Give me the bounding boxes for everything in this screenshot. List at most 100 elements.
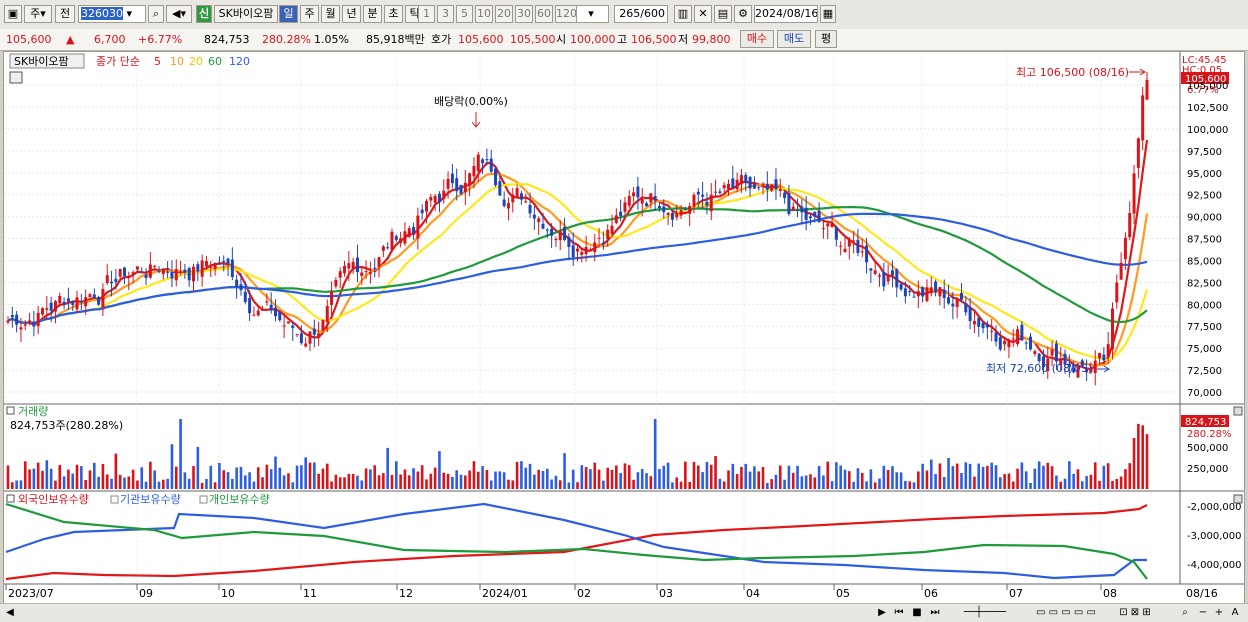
scroll-right-icon[interactable]: ▶ <box>876 606 888 620</box>
eval-button[interactable]: 평 <box>815 30 837 48</box>
minute-tab-1[interactable]: 1 <box>418 5 435 23</box>
volume-bar <box>425 479 428 489</box>
volume-bar <box>865 481 868 489</box>
x-axis-label: 07 <box>1009 587 1023 600</box>
stop-icon[interactable]: ■ <box>910 606 924 620</box>
candle-body <box>752 184 756 189</box>
holding-close-icon[interactable] <box>1233 494 1243 504</box>
period-tab-0[interactable]: 일 <box>279 5 298 23</box>
crosshair-icon[interactable]: ✕ <box>694 5 712 23</box>
volume-bar <box>231 478 234 489</box>
x-axis-label: 2023/07 <box>8 587 54 600</box>
volume-bar <box>67 469 70 489</box>
price-tick-label: 92,500 <box>1187 191 1222 202</box>
volume-panel-icon[interactable] <box>6 406 15 415</box>
zoom-slider[interactable]: ──┼──── <box>950 606 1020 620</box>
first-icon[interactable]: ⏮ <box>892 606 906 620</box>
candle-body <box>446 178 450 189</box>
zoom-out-icon[interactable]: − <box>1196 606 1210 620</box>
minute-input[interactable]: ▾ <box>573 5 609 23</box>
count-input[interactable]: 265/600 <box>614 5 668 23</box>
save-icon[interactable]: ▤ <box>714 5 732 23</box>
candle-body <box>981 323 985 329</box>
x-axis-label: 05 <box>836 587 850 600</box>
zoom-in-icon[interactable]: + <box>1212 606 1226 620</box>
volume-bar <box>675 477 679 489</box>
minute-tab-20[interactable]: 20 <box>495 5 513 23</box>
change-value: 6,700 <box>94 33 126 46</box>
search-icon[interactable]: ⌕ <box>148 5 164 23</box>
candle-body <box>6 320 10 323</box>
volume-bar <box>174 466 178 489</box>
period-tab-3[interactable]: 년 <box>342 5 361 23</box>
ma-legend-120: 120 <box>229 55 250 68</box>
stock-code-input[interactable]: 326030 ▾ <box>78 5 146 23</box>
ma-legend-60: 60 <box>208 55 222 68</box>
chart-scrollbar[interactable]: ◀ ▶ ⏮ ■ ⏭ ──┼──── ▭ ▭ ▭ ▭ ▭ ⊡ ⊠ ⊞ ⌕ − + … <box>0 603 1248 622</box>
candle-icon[interactable]: ▥ <box>674 5 692 23</box>
x-axis-end-label: 08/16 <box>1186 587 1218 600</box>
sin-badge[interactable]: 신 <box>196 5 212 23</box>
volume-bar <box>951 466 955 489</box>
grid-toggle-icon[interactable] <box>9 71 23 84</box>
volume-bar <box>822 475 825 489</box>
candle-body <box>429 197 433 201</box>
minute-tab-60[interactable]: 60 <box>535 5 553 23</box>
candle-body <box>787 193 791 215</box>
minute-tab-120[interactable]: 120 <box>555 5 577 23</box>
period-tab-1[interactable]: 주 <box>300 5 319 23</box>
trade-amount: 85,918백만 <box>366 33 425 46</box>
holding-panel-icon[interactable] <box>6 494 15 503</box>
zoom-search-icon[interactable]: ⌕ <box>1178 606 1192 620</box>
sell-button[interactable]: 매도 <box>777 30 811 48</box>
candle-body <box>1050 349 1054 356</box>
speaker-icon[interactable]: ◀▾ <box>166 5 192 23</box>
candle-body <box>865 245 869 263</box>
volume-pct-tag: 280.28% <box>1187 429 1232 440</box>
volume-bar <box>593 462 597 489</box>
volume-bar <box>334 474 338 489</box>
volume-title: 거래량 <box>18 405 48 418</box>
last-icon[interactable]: ⏭ <box>928 606 942 620</box>
candle-body <box>765 183 769 190</box>
candle-body <box>291 325 295 328</box>
minute-tab-10[interactable]: 10 <box>475 5 493 23</box>
scroll-left-icon[interactable]: ◀ <box>4 606 16 620</box>
candle-body <box>899 284 903 290</box>
candle-body <box>455 178 459 192</box>
candle-body <box>84 297 88 307</box>
period-tab-2[interactable]: 월 <box>321 5 340 23</box>
calendar-icon[interactable]: ▦ <box>820 5 836 23</box>
volume-bar <box>407 475 411 489</box>
volume-bar <box>640 469 644 489</box>
minute-tab-5[interactable]: 5 <box>456 5 473 23</box>
volume-bar <box>899 472 903 489</box>
chart-area[interactable]: SK바이오팜 종가 단순 5 10 20 60 120 최고 106,500 (… <box>3 51 1245 604</box>
tool-icons[interactable]: ⊡ ⊠ ⊞ <box>1110 606 1160 620</box>
prev-button[interactable]: 전 <box>55 5 75 23</box>
period-tab-5[interactable]: 초 <box>384 5 403 23</box>
buy-button[interactable]: 매수 <box>740 30 774 48</box>
volume-bar <box>981 466 985 489</box>
layout-icons[interactable]: ▭ ▭ ▭ ▭ ▭ <box>1026 606 1106 620</box>
volume-bar <box>75 464 79 489</box>
stock-chart-svg[interactable]: SK바이오팜 종가 단순 5 10 20 60 120 최고 106,500 (… <box>4 52 1244 603</box>
volume-bar <box>653 419 657 489</box>
volume-close-icon[interactable] <box>1233 406 1243 416</box>
period-dropdown[interactable]: 주▾ <box>24 5 52 23</box>
period-tab-4[interactable]: 분 <box>363 5 382 23</box>
font-size-icon[interactable]: A <box>1228 606 1242 620</box>
holding-tick-3m: -3,000,000 <box>1187 531 1242 542</box>
volume-bar <box>118 474 122 489</box>
date-input[interactable]: 2024/08/16 <box>754 5 818 23</box>
minute-tab-30[interactable]: 30 <box>515 5 533 23</box>
window-icon[interactable]: ▣ <box>4 5 22 23</box>
candle-body <box>308 331 312 344</box>
minute-tab-3[interactable]: 3 <box>437 5 454 23</box>
low-annotation: 최저 72,600 (08/05) <box>986 362 1092 375</box>
volume-bar <box>960 472 963 489</box>
gear-icon[interactable]: ⚙ <box>734 5 752 23</box>
volume-bar <box>162 479 165 489</box>
ma-legend-5: 5 <box>154 55 161 68</box>
candle-body <box>476 154 480 172</box>
